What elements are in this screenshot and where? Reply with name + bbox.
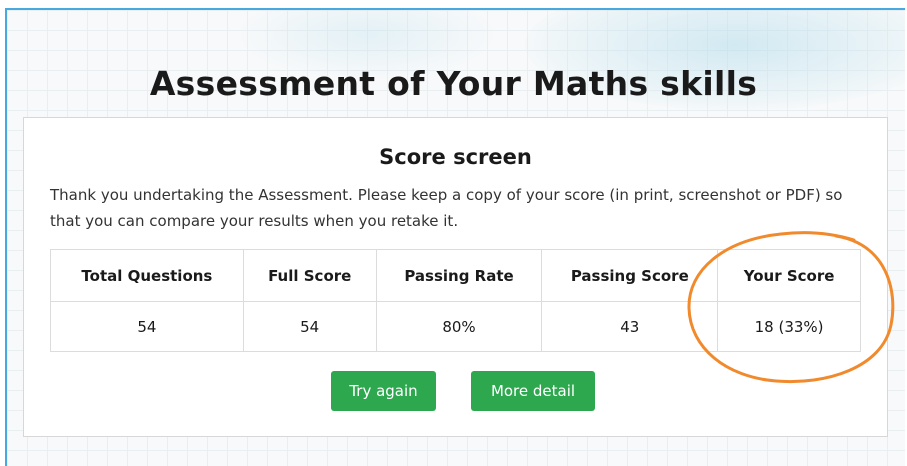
intro-text: Thank you undertaking the Assessment. Pl…	[50, 186, 843, 230]
value-passing-score: 43	[541, 301, 719, 352]
value-your-score: 18 (33%)	[717, 301, 861, 352]
value-full-score: 54	[242, 301, 377, 352]
table-row: 54 54 80% 43 18 (33%)	[50, 301, 861, 352]
table-header-row: Total Questions Full Score Passing Rate …	[50, 249, 861, 302]
card-title: Score screen	[379, 145, 532, 169]
header-passing-rate: Passing Rate	[375, 249, 543, 302]
value-passing-rate: 80%	[375, 301, 543, 352]
page-title: Assessment of Your Maths skills	[149, 64, 758, 103]
score-table: Total Questions Full Score Passing Rate …	[50, 249, 861, 352]
header-total-questions: Total Questions	[50, 249, 244, 302]
header-full-score: Full Score	[242, 249, 377, 302]
try-again-button[interactable]: Try again	[331, 371, 436, 411]
score-card: Score screen Thank you undertaking the A…	[23, 117, 888, 437]
header-your-score: Your Score	[717, 249, 861, 302]
header-passing-score: Passing Score	[541, 249, 719, 302]
value-total-questions: 54	[50, 301, 244, 352]
more-detail-button[interactable]: More detail	[471, 371, 595, 411]
